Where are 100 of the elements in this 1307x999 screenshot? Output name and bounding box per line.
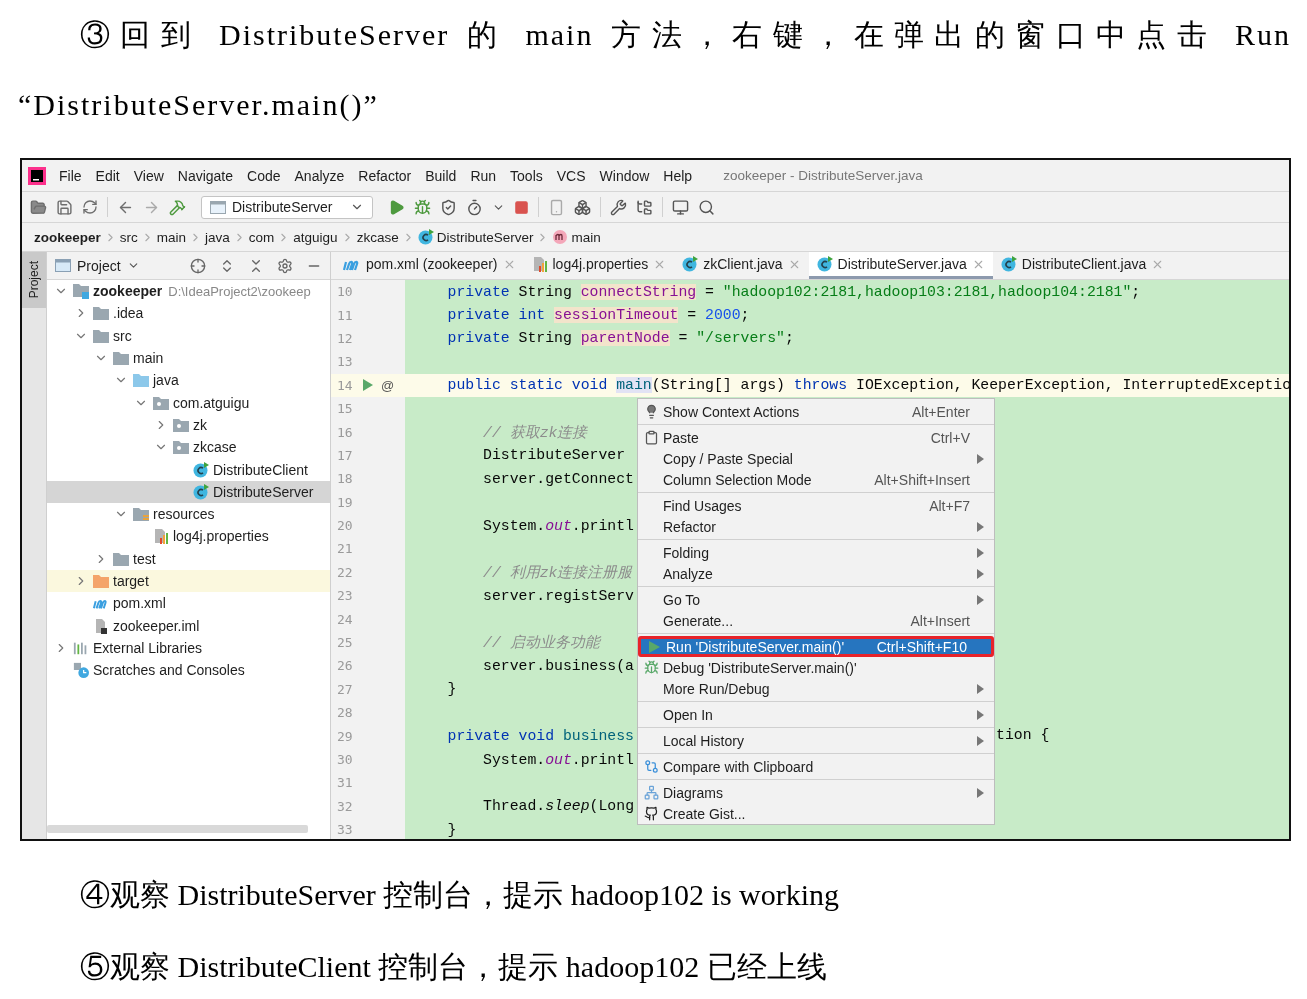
code-line: server.getConnect (482, 470, 634, 487)
tree-item[interactable]: DistributeServer (47, 480, 330, 503)
editor-tab[interactable]: log4j.properties (523, 252, 675, 279)
line-number: 29 (337, 728, 354, 744)
menu-item[interactable]: Window (592, 165, 657, 186)
tree-item[interactable]: main (47, 346, 330, 370)
context-menu-item[interactable]: Copy / Paste Special (638, 448, 994, 469)
context-menu-item[interactable]: Compare with Clipboard (638, 756, 994, 777)
menu-item[interactable]: Refactor (351, 165, 419, 186)
line-number: 13 (337, 354, 354, 370)
run-icon[interactable] (363, 379, 373, 392)
tree-item[interactable]: External Libraries (47, 636, 330, 660)
run-icon[interactable] (388, 198, 406, 216)
tree-item[interactable]: log4j.properties (47, 525, 330, 548)
menu-item[interactable]: VCS (549, 165, 593, 186)
breadcrumb-item[interactable]: src (119, 229, 138, 245)
menu-item[interactable]: Navigate (170, 165, 241, 186)
tree-item[interactable]: resources (47, 502, 330, 526)
tree-item[interactable]: test (47, 547, 330, 570)
menu-item[interactable]: Help (656, 165, 700, 186)
file-icon (93, 617, 109, 634)
editor-tab[interactable]: DistributeClient.java (992, 252, 1173, 279)
monitor-icon[interactable] (672, 198, 690, 216)
breadcrumb-item[interactable]: atguigu (293, 229, 338, 245)
breadcrumb-item[interactable]: main (156, 229, 187, 245)
context-menu-item[interactable]: Analyze (638, 563, 994, 584)
tree-item-label: zookeeper (93, 283, 163, 300)
gutter-marker[interactable]: @ (381, 377, 395, 393)
boxes-icon[interactable] (574, 198, 592, 216)
search-icon[interactable] (698, 198, 716, 216)
editor-tab[interactable]: zkClient.java (674, 252, 809, 279)
open-folder-icon[interactable] (30, 198, 47, 216)
breadcrumb-item[interactable]: com (248, 229, 275, 245)
tree-item[interactable]: pom.xml (47, 592, 330, 615)
menu-item[interactable]: Analyze (287, 165, 352, 186)
context-menu-item[interactable]: Diagrams (638, 782, 994, 803)
menu-item[interactable]: File (52, 165, 89, 186)
line-number: 19 (337, 494, 354, 510)
context-menu-item[interactable]: More Run/Debug (638, 678, 994, 699)
context-menu-item[interactable]: Refactor (638, 516, 994, 537)
menu-item[interactable]: Code (240, 165, 288, 186)
menu-item[interactable]: View (126, 165, 171, 186)
tree-item[interactable]: Scratches and Consoles (47, 659, 330, 682)
menu-item[interactable]: Tools (503, 165, 550, 186)
clipboard-icon (643, 430, 659, 445)
tree-item[interactable]: com.atguigu (47, 391, 330, 414)
context-menu-item[interactable]: Go To (638, 589, 994, 610)
timer-icon[interactable] (466, 198, 484, 216)
context-menu-item[interactable]: Debug 'DistributeServer.main()' (638, 657, 994, 678)
folder-icon (93, 574, 109, 588)
context-menu-item[interactable]: Show Context Actions Alt+Enter (638, 401, 994, 422)
tree-item[interactable]: target (47, 569, 330, 593)
package-icon (173, 417, 189, 432)
context-menu-item[interactable]: Paste Ctrl+V (638, 427, 994, 448)
folder-tree-icon[interactable] (636, 198, 654, 216)
context-menu-item[interactable]: Folding (638, 542, 994, 563)
breadcrumb-item[interactable]: DistributeServer (436, 229, 534, 245)
context-menu-item[interactable]: Find Usages Alt+F7 (638, 495, 994, 516)
stop-icon[interactable] (514, 199, 530, 215)
menu-item[interactable]: Run (463, 165, 504, 186)
line-number: 33 (337, 822, 354, 838)
sync-icon[interactable] (82, 199, 98, 215)
bug-icon[interactable] (414, 198, 432, 216)
context-menu-item[interactable]: Create Gist... (638, 803, 994, 824)
project-side-tab[interactable]: Project (22, 252, 46, 308)
menu-item[interactable]: Build (418, 165, 464, 186)
editor-tab[interactable]: pom.xml (zookeeper) (335, 252, 524, 279)
editor-tab[interactable]: DistributeServer.java (808, 252, 993, 279)
wrench-icon[interactable] (610, 198, 628, 216)
context-menu-item[interactable]: Local History (638, 730, 994, 751)
folder-icon (113, 551, 129, 566)
hammer-icon[interactable] (169, 198, 186, 216)
tree-item-label: zk (193, 416, 207, 433)
menu-item[interactable]: Edit (88, 165, 127, 186)
shield-icon[interactable] (440, 198, 458, 216)
save-icon[interactable] (56, 198, 73, 216)
breadcrumb-item[interactable]: java (205, 229, 230, 245)
tree-item[interactable]: .idea (47, 302, 330, 325)
tree-item-label: com.atguigu (173, 394, 250, 411)
context-menu-item[interactable]: Column Selection Mode Alt+Shift+Insert (638, 469, 994, 490)
crosshair-icon[interactable] (190, 257, 206, 274)
breadcrumb-item[interactable]: zkcase (356, 229, 399, 245)
tree-item[interactable]: src (47, 324, 330, 347)
panel-title[interactable]: Project (77, 257, 121, 274)
tree-item[interactable]: zkcase (47, 436, 330, 459)
context-menu-item[interactable]: Run 'DistributeServer.main()' Ctrl+Shift+F10 (638, 636, 994, 657)
settings-icon[interactable] (277, 257, 293, 274)
breadcrumb-item[interactable]: zookeeper (34, 229, 101, 245)
class-icon (193, 461, 209, 478)
tree-item[interactable]: DistributeClient (47, 458, 330, 481)
tree-item[interactable]: java (47, 369, 330, 392)
context-menu-item[interactable]: Open In (638, 704, 994, 725)
context-menu-item[interactable]: Generate... Alt+Insert (638, 610, 994, 631)
run-configuration-dropdown[interactable]: DistributeServer (201, 195, 374, 219)
breadcrumb-item[interactable]: main (571, 229, 601, 245)
tree-item[interactable]: zk (47, 413, 330, 437)
class-icon (1000, 256, 1017, 272)
tree-item[interactable]: zookeeper.iml (47, 614, 330, 637)
instruction-paragraph: ③回到 DistributeServer 的 main 方法，右键，在弹出的窗口中点击 Run “DistributeServer.main()” (18, 17, 1291, 123)
tree-item[interactable]: zookeeper D:\IdeaProject2\zookeep (47, 280, 330, 303)
